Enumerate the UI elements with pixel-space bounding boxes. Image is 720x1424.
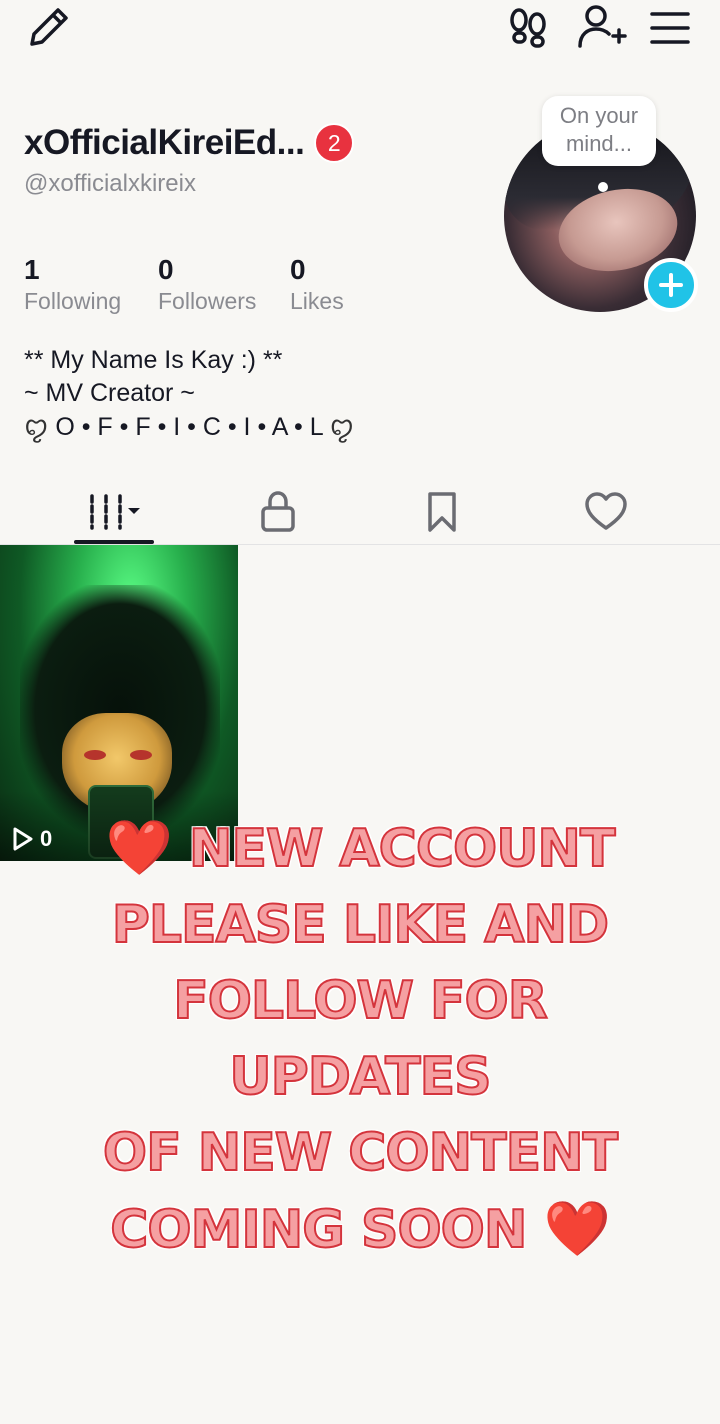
edit-profile-button[interactable] xyxy=(24,4,74,50)
notification-badge[interactable]: 2 xyxy=(314,123,355,163)
username: @xofficialxkireix xyxy=(24,170,196,197)
plus-icon xyxy=(659,273,683,297)
following-stat[interactable]: 1 Following xyxy=(24,254,121,315)
note-bubble[interactable]: On your mind... xyxy=(542,96,656,166)
note-line-2: mind... xyxy=(565,131,633,156)
promo-line-5-row: COMING SOON ❤️ xyxy=(40,1191,680,1268)
followers-stat[interactable]: 0 Followers xyxy=(158,254,256,315)
heart-icon xyxy=(585,492,627,530)
promo-line-1-row: ❤️ NEW ACCOUNT xyxy=(40,810,680,887)
note-line-1: On your xyxy=(559,103,639,128)
promo-line-2: PLEASE LIKE AND xyxy=(111,894,610,956)
add-friend-button[interactable] xyxy=(576,4,628,52)
followers-count: 0 xyxy=(158,254,174,285)
likes-label: Likes xyxy=(290,288,344,314)
swirl-left-icon: ꨄ xyxy=(24,411,49,441)
profile-views-button[interactable] xyxy=(506,6,550,50)
bio-line-2: ~ MV Creator ~ xyxy=(24,379,195,407)
bio-line-3-row: ꨄ O • F • F • I • C • I • A • L ꨄ xyxy=(24,410,354,444)
note-bubble-dot xyxy=(598,182,608,192)
bio: ** My Name Is Kay :) ** ~ MV Creator ~ ꨄ… xyxy=(24,344,354,444)
tab-saved[interactable] xyxy=(382,482,502,542)
promo-overlay-text: ❤️ NEW ACCOUNT PLEASE LIKE AND FOLLOW FO… xyxy=(40,810,680,1268)
add-user-icon xyxy=(578,5,627,48)
add-story-button[interactable] xyxy=(644,258,698,312)
swirl-right-icon: ꨄ xyxy=(329,411,355,441)
thumbnail-eye-right xyxy=(130,750,152,760)
promo-line-5: COMING SOON xyxy=(109,1199,528,1261)
bookmark-icon xyxy=(428,492,456,532)
promo-line-3: FOLLOW FOR UPDATES xyxy=(172,970,549,1108)
display-name-row: xOfficialKireiEd... 2 xyxy=(24,120,355,166)
bio-line-1: ** My Name Is Kay :) ** xyxy=(24,346,283,374)
heart-emoji-right: ❤️ xyxy=(543,1197,611,1260)
tab-private[interactable] xyxy=(218,482,338,542)
likes-count: 0 xyxy=(290,254,306,285)
following-label: Following xyxy=(24,288,122,314)
likes-stat[interactable]: 0 Likes xyxy=(290,254,344,315)
bio-line-3: O • F • F • I • C • I • A • L xyxy=(55,413,323,441)
grid-icon xyxy=(90,494,140,530)
footprints-icon xyxy=(510,8,546,48)
menu-button[interactable] xyxy=(648,8,692,48)
followers-label: Followers xyxy=(158,288,257,314)
promo-line-1: NEW ACCOUNT xyxy=(188,818,616,880)
heart-emoji-left: ❤️ xyxy=(105,816,173,879)
promo-line-4: OF NEW CONTENT xyxy=(102,1122,619,1184)
hamburger-menu-icon xyxy=(650,12,690,44)
tab-videos[interactable] xyxy=(54,482,174,542)
tab-liked[interactable] xyxy=(546,482,666,542)
pencil-icon xyxy=(30,8,68,46)
following-count: 1 xyxy=(24,254,40,285)
lock-icon xyxy=(261,491,295,532)
display-name: xOfficialKireiEd... xyxy=(24,123,305,162)
play-icon xyxy=(13,827,33,851)
thumbnail-eye-left xyxy=(84,750,106,760)
